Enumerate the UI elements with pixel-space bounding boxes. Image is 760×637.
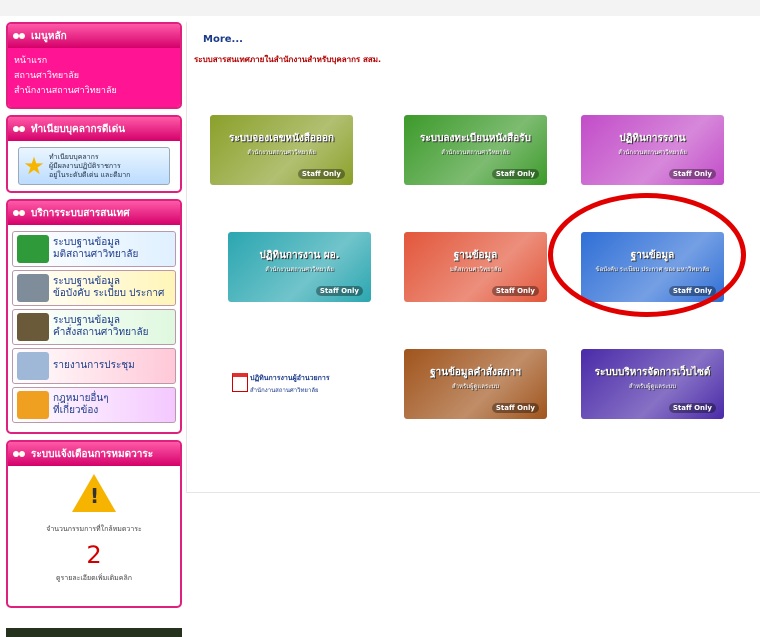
service-sublabel: ข้อบังคับ ระเบียบ ประกาศ [53,288,165,299]
staff-only-badge: Staff Only [668,286,716,296]
diamond-icon [17,391,49,419]
main-menu-title: เมนูหลัก [31,30,67,42]
tile-title: ระบบบริหารจัดการเว็บไซต์ [594,367,711,378]
staff-panel-title: ทำเนียบบุคลากรดีเด่น [31,123,126,135]
database-icon [17,235,49,263]
service-label: ระบบฐานข้อมูล [53,315,120,326]
tile-inbound-letter-register[interactable]: ระบบลงทะเบียนหนังสือรับสำนักงานสถานศาวิท… [404,115,547,185]
main-menu-list: หน้าแรก สถานศาวิทยาลัย สำนักงานสถานศาวิท… [8,48,180,107]
tile-outbound-letter-number[interactable]: ระบบจองเลขหนังสือออกสำนักงานสถานศาวิทยาล… [210,115,353,185]
menu-item-council-office[interactable]: สำนักงานสถานศาวิทยาลัย [14,84,176,99]
service-sublabel: มติสถานศาวิทยาลัย [53,249,139,260]
service-button-orders[interactable]: ระบบฐานข้อมูล คำสั่งสถานศาวิทยาลัย [12,309,176,345]
staff-only-badge: Staff Only [491,169,539,179]
emblem-icon [12,123,26,135]
outstanding-staff-button[interactable]: ★ ทำเนียบบุคลากร ผู้มีผลงานปฏิบัติราชการ… [18,147,170,185]
staff-only-badge: Staff Only [668,169,716,179]
alert-panel: ระบบแจ้งเตือนการหมดวาระ ! จำนวนกรรมการที… [6,440,182,608]
emblem-icon [12,30,26,42]
tile-orders-database[interactable]: ฐานข้อมูลคำสั่งสภาฯสำหรับผู้ดูแลระบบ Staf… [404,349,547,419]
emblem-icon [12,207,26,219]
tile-subtitle: สำนักงานสถานศาวิทยาลัย [250,387,319,394]
page-subtitle: ระบบสารสนเทศภายในสำนักงานสำหรับบุคลากร ส… [194,55,382,64]
service-label: ระบบฐานข้อมูล [53,237,120,248]
staff-button-line1: ทำเนียบบุคลากร [49,152,99,161]
alert-panel-header: ระบบแจ้งเตือนการหมดวาระ [8,442,180,466]
emblem-icon [12,448,26,460]
tile-subtitle: สำนักงานสถานศาวิทยาลัย [265,266,334,273]
staff-only-badge: Staff Only [315,286,363,296]
alert-more-link[interactable]: ดูรายละเอียดเพิ่มเติมคลิก [12,573,176,584]
star-icon: ★ [23,152,45,180]
tile-title: ระบบลงทะเบียนหนังสือรับ [419,133,531,144]
document-icon [17,352,49,380]
services-panel-header: บริการระบบสารสนเทศ [8,201,180,225]
calendar-icon [232,373,248,392]
staff-button-line3: อยู่ในระดับดีเด่น และดีมาก [49,170,131,179]
menu-item-home[interactable]: หน้าแรก [14,54,176,69]
service-button-meeting-reports[interactable]: รายงานการประชุม [12,348,176,384]
tile-subtitle: สำนักงานสถานศาวิทยาลัย [618,149,687,156]
staff-button-line2: ผู้มีผลงานปฏิบัติราชการ [49,161,121,170]
books-icon [17,313,49,341]
footer-image [6,628,182,637]
main-menu-header: เมนูหลัก [8,24,180,48]
tile-website-admin[interactable]: ระบบบริหารจัดการเว็บไซต์สำหรับผู้ดูแลระบ… [581,349,724,419]
tile-director-calendar[interactable]: ปฏิทินการงาน ผอ. สำนักงานสถานศาวิทยาลัย St… [228,232,371,302]
tile-subtitle: สำหรับผู้ดูแลระบบ [628,383,677,390]
tile-subtitle: สำนักงานสถานศาวิทยาลัย [441,149,510,156]
menu-item-council[interactable]: สถานศาวิทยาลัย [14,69,176,84]
tile-title: ปฏิทินการงานผู้อำนวยการ [250,374,330,382]
staff-panel: ทำเนียบบุคลากรดีเด่น ★ ทำเนียบบุคลากร ผู… [6,115,182,193]
staff-only-badge: Staff Only [668,403,716,413]
service-sublabel: ที่เกี่ยวข้อง [53,405,99,416]
staff-only-badge: Staff Only [491,286,539,296]
services-panel: บริการระบบสารสนเทศ ระบบฐานข้อมูล มติสถานศ… [6,199,182,434]
top-bar [0,0,760,16]
database-icon [17,274,49,302]
tile-subtitle: มติสถานศาวิทยาลัย [449,266,502,273]
tile-subtitle: ข้อบังคับ ระเบียบ ประกาศ ของ มหาวิทยาลัย [595,266,710,273]
tile-title: ฐานข้อมูล [453,250,498,261]
tile-regulations-database[interactable]: ฐานข้อมูลข้อบังคับ ระเบียบ ประกาศ ของ มห… [581,232,724,302]
tile-president-calendar[interactable]: ปฏิทินการงานผู้อำนวยการสำนักงานสถานศาวิท… [228,349,371,419]
tile-council-office-calendar[interactable]: ปฏิทินการรงานสำนักงานสถานศาวิทยาลัย Staff… [581,115,724,185]
sidebar: เมนูหลัก หน้าแรก สถานศาวิทยาลัย สำนักงาน… [6,22,182,614]
service-sublabel: คำสั่งสถานศาวิทยาลัย [53,327,149,338]
warning-icon: ! [72,474,116,512]
tile-subtitle: สำหรับผู้ดูแลระบบ [451,383,500,390]
alert-label: จำนวนกรรมการที่ใกล้หมดวาระ [46,525,142,533]
tile-title: ฐานข้อมูล [630,250,675,261]
tile-subtitle: สำนักงานสถานศาวิทยาลัย [247,149,316,156]
service-button-regulations[interactable]: ระบบฐานข้อมูล ข้อบังคับ ระเบียบ ประกาศ [12,270,176,306]
tile-title: ระบบจองเลขหนังสือออก [228,133,335,144]
more-link[interactable]: More... [203,34,243,45]
tile-title: ปฏิทินการรงาน [619,133,686,144]
staff-panel-header: ทำเนียบบุคลากรดีเด่น [8,117,180,141]
main-menu-panel: เมนูหลัก หน้าแรก สถานศาวิทยาลัย สำนักงาน… [6,22,182,109]
staff-only-badge: Staff Only [491,403,539,413]
tile-resolutions-database[interactable]: ฐานข้อมูลมติสถานศาวิทยาลัย Staff Only [404,232,547,302]
staff-only-badge: Staff Only [297,169,345,179]
service-label: ระบบฐานข้อมูล [53,276,120,287]
service-button-other-laws[interactable]: กฎหมายอื่นๆ ที่เกี่ยวข้อง [12,387,176,423]
service-label: กฎหมายอื่นๆ [53,393,109,404]
alert-panel-title: ระบบแจ้งเตือนการหมดวาระ [31,448,154,460]
tile-title: ฐานข้อมูลคำสั่งสภาฯ [430,367,521,378]
service-button-resolutions[interactable]: ระบบฐานข้อมูล มติสถานศาวิทยาลัย [12,231,176,267]
tile-title: ปฏิทินการงาน ผอ. [259,250,340,261]
alert-count: 2 [86,541,102,569]
services-panel-title: บริการระบบสารสนเทศ [31,207,130,219]
service-label: รายงานการประชุม [53,360,135,371]
